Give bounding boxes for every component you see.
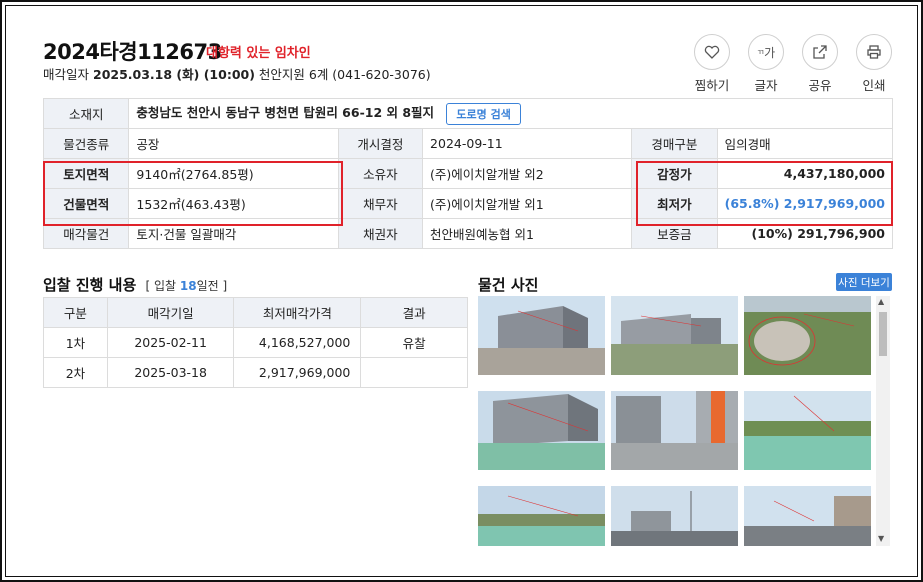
property-photo[interactable] (478, 486, 605, 546)
sale-date-label: 매각일자 (43, 67, 90, 82)
bid-section-title: 입찰 진행 내용 [ 입찰 18일전 ] (43, 274, 227, 295)
font-size-label: 글자 (754, 78, 778, 93)
table-row: 물건종류 공장 개시결정 2024-09-11 경매구분 임의경매 (42, 128, 894, 159)
result-cell: 유찰 (360, 327, 468, 358)
property-type-value: 공장 (128, 128, 339, 159)
photos-section-title: 물건 사진 (478, 276, 539, 294)
table-row: 1차 2025-02-11 4,168,527,000 유찰 (43, 327, 468, 358)
print-icon[interactable] (856, 34, 892, 70)
start-decision-label: 개시결정 (337, 128, 424, 159)
area-highlight-box (43, 161, 343, 226)
date-cell: 2025-02-11 (106, 327, 235, 358)
bid-countdown-prefix: [ 입찰 (145, 279, 177, 293)
property-photo[interactable] (478, 296, 605, 375)
address-cell: 충청남도 천안시 동남구 병천면 탑원리 66-12 외 8필지 도로명 검색 (128, 98, 893, 129)
court-info: 천안지원 6계 (041-620-3076) (258, 67, 431, 82)
result-cell (360, 357, 468, 388)
scroll-down-icon[interactable]: ▼ (878, 534, 884, 543)
column-header: 매각기일 (106, 297, 235, 328)
creditor-label: 채권자 (337, 218, 424, 249)
bid-countdown-days: 18 (179, 279, 197, 293)
road-address-search-button[interactable]: 도로명 검색 (446, 102, 521, 125)
print-button[interactable]: 인쇄 (855, 34, 893, 94)
address-value: 충청남도 천안시 동남구 병천면 탑원리 66-12 외 8필지 (136, 105, 435, 121)
font-size-button[interactable]: ㄲ가 글자 (747, 34, 785, 94)
sale-info: 매각일자 2025.03.18 (화) (10:00) 천안지원 6계 (041… (43, 64, 431, 83)
column-header: 결과 (360, 297, 468, 328)
heart-icon[interactable] (694, 34, 730, 70)
auction-type-label: 경매구분 (631, 128, 718, 159)
price-highlight-box (636, 161, 893, 226)
round-cell: 1차 (43, 327, 108, 358)
favorite-label: 찜하기 (694, 78, 730, 93)
column-header: 최저매각가격 (233, 297, 362, 328)
text-size-icon[interactable]: ㄲ가 (748, 34, 784, 70)
property-photo[interactable] (611, 296, 738, 375)
bid-countdown: [ 입찰 18일전 ] (145, 279, 227, 293)
start-decision-value: 2024-09-11 (422, 128, 633, 159)
share-icon[interactable] (802, 34, 838, 70)
property-photo[interactable] (611, 391, 738, 470)
property-photo[interactable] (744, 486, 871, 546)
photo-gallery: ▲ ▼ (478, 296, 893, 546)
action-toolbar: 찜하기 ㄲ가 글자 공유 인쇄 (693, 34, 893, 94)
address-label: 소재지 (42, 98, 130, 129)
bid-history-table: 구분 매각기일 최저매각가격 결과 1차 2025-02-11 4,168,52… (43, 297, 468, 388)
scrollbar-thumb[interactable] (879, 312, 887, 356)
bid-countdown-suffix: 일전 ] (196, 279, 228, 293)
property-photo[interactable] (611, 486, 738, 546)
property-photo[interactable] (478, 391, 605, 470)
price-cell: 4,168,527,000 (233, 327, 362, 358)
owner-label: 소유자 (337, 158, 424, 189)
round-cell: 2차 (43, 357, 108, 388)
share-label: 공유 (808, 78, 832, 93)
more-photos-button[interactable]: 사진 더보기 (836, 273, 892, 291)
tenant-warning-tag: 대항력 있는 임차인 (206, 46, 311, 61)
print-label: 인쇄 (862, 78, 886, 93)
table-header-row: 구분 매각기일 최저매각가격 결과 (43, 297, 468, 328)
table-row: 2차 2025-03-18 2,917,969,000 (43, 357, 468, 388)
sale-date: 2025.03.18 (화) (10:00) (93, 67, 255, 82)
case-number: 2024타경112673 (43, 40, 222, 64)
auction-type-value: 임의경매 (716, 128, 894, 159)
property-type-label: 물건종류 (42, 128, 130, 159)
photo-scrollbar[interactable]: ▲ ▼ (876, 296, 890, 546)
photo-caption (478, 377, 605, 387)
owner-value: (주)에이치알개발 외2 (422, 158, 633, 189)
column-header: 구분 (43, 297, 108, 328)
date-cell: 2025-03-18 (106, 357, 235, 388)
bid-section-title-text: 입찰 진행 내용 (43, 276, 137, 294)
price-cell: 2,917,969,000 (233, 357, 362, 388)
scroll-up-icon[interactable]: ▲ (878, 297, 884, 306)
debtor-label: 채무자 (337, 188, 424, 219)
creditor-value: 천안배원예농협 외1 (422, 218, 633, 249)
debtor-value: (주)에이치알개발 외1 (422, 188, 633, 219)
property-photo[interactable] (744, 296, 871, 375)
favorite-button[interactable]: 찜하기 (693, 34, 731, 94)
table-row: 소재지 충청남도 천안시 동남구 병천면 탑원리 66-12 외 8필지 도로명… (42, 98, 893, 129)
property-photo[interactable] (744, 391, 871, 470)
share-button[interactable]: 공유 (801, 34, 839, 94)
